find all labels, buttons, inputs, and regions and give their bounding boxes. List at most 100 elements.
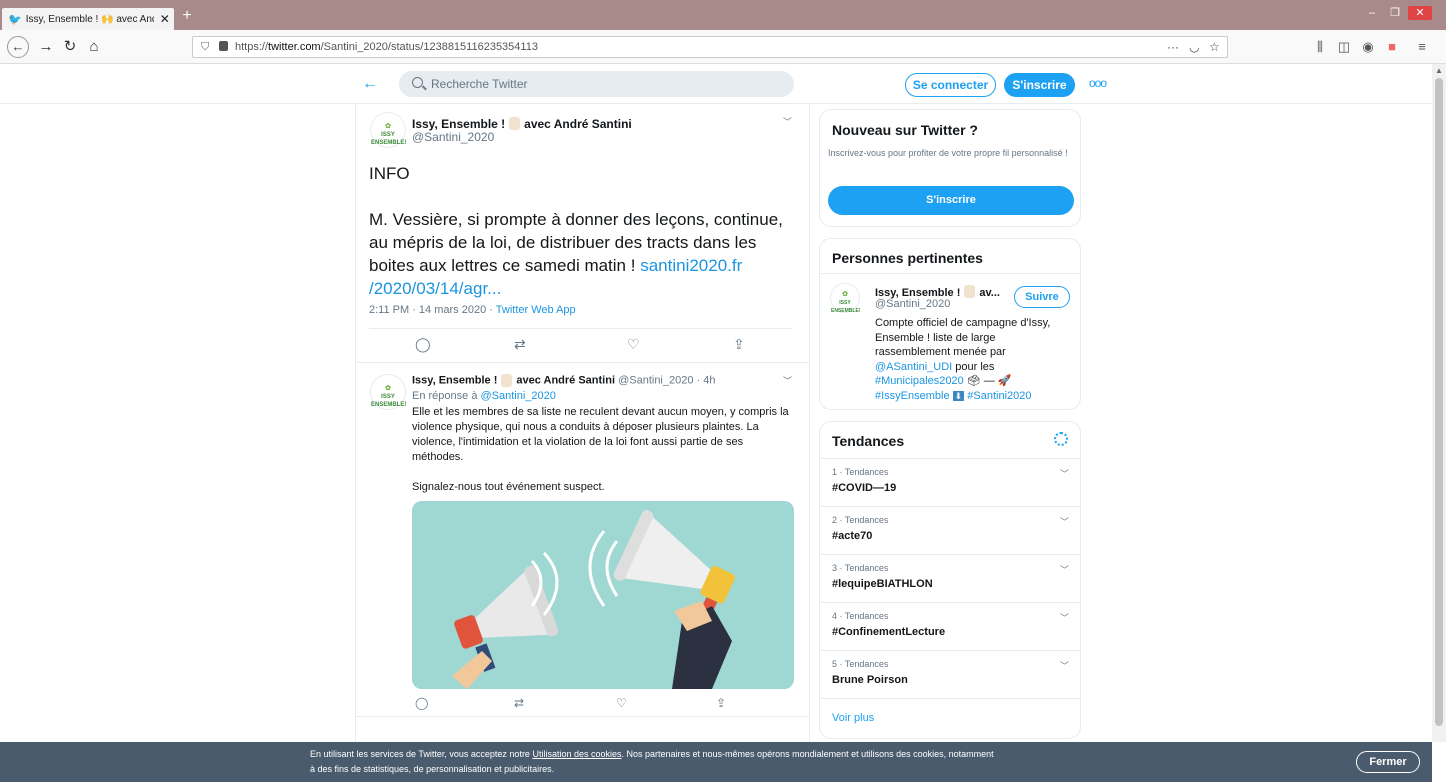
tweet-link-continued[interactable]: /2020/03/14/agr... [369,277,789,300]
avatar[interactable]: ✿ ISSY ENSEMBLE! [830,283,860,314]
signup-card: Nouveau sur Twitter ? Inscrivez-vous pou… [819,109,1081,227]
reply-author[interactable]: Issy, Ensemble ! avec André Santini @Sant… [412,374,715,387]
shield-icon[interactable]: ⛉ [201,37,209,57]
retweet-icon[interactable]: ⇄ [514,696,524,710]
tweet-image[interactable] [412,501,794,689]
sidebar-icon[interactable]: ◫ [1334,38,1354,56]
cookie-banner: En utilisant les services de Twitter, vo… [0,742,1432,782]
reply-icon[interactable]: ◯ [415,696,428,710]
new-on-twitter-title: Nouveau sur Twitter ? [832,122,978,138]
signup-button[interactable]: S'inscrire [1004,73,1075,97]
chevron-down-icon[interactable]: ﹀ [783,374,792,387]
bookmark-star-icon[interactable]: ☆ [1209,37,1220,57]
person-bio: Compte officiel de campagne d'Issy, Ense… [875,317,1051,402]
tweet-timestamp[interactable]: 2:11 PM · 14 mars 2020 · [369,304,496,316]
follow-button[interactable]: Suivre [1014,286,1070,308]
tweet-source[interactable]: Twitter Web App [496,304,576,316]
see-more-link[interactable]: Voir plus [832,712,874,724]
library-icon[interactable]: ⫼ [1310,38,1330,56]
url-text[interactable]: https://twitter.com/Santini_2020/status/… [235,37,538,57]
trend-item[interactable]: 4 · Tendances #ConfinementLecture ﹀ [820,602,1080,650]
down-arrow-emoji-icon: ⬇ [952,390,965,401]
author-name[interactable]: Issy, Ensemble ! [412,374,497,386]
new-tab-button[interactable]: + [178,8,196,26]
twitter-bird-icon: 🐦 [8,13,22,26]
tweet-column: ✿ ISSY ENSEMBLE! Issy, Ensemble ! avec And… [355,104,810,742]
close-cookie-button[interactable]: Fermer [1356,751,1420,773]
chevron-down-icon[interactable]: ﹀ [1060,515,1069,528]
cookie-policy-link[interactable]: Utilisation des cookies [532,749,621,759]
avatar[interactable]: ✿ ISSY ENSEMBLE! [370,374,406,410]
share-icon[interactable]: ⇪ [716,696,726,710]
author-handle[interactable]: @Santini_2020 [412,130,494,144]
hashtag-link[interactable]: #Municipales2020 [875,375,964,387]
mention-link[interactable]: @ASantini_UDI [875,361,952,373]
like-icon[interactable]: ♡ [616,696,627,710]
hashtag-link[interactable]: #IssyEnsemble [875,390,950,402]
raised-hands-emoji-icon [509,117,521,131]
hashtag-link[interactable]: #Santini2020 [967,390,1031,402]
author-name-suffix[interactable]: avec André Santini [516,374,615,386]
page-scrollbar[interactable]: ▲ [1432,64,1446,742]
chevron-down-icon[interactable]: ﹀ [1060,563,1069,576]
trend-item[interactable]: 2 · Tendances #acte70 ﹀ [820,506,1080,554]
browser-tab[interactable]: 🐦 Issy, Ensemble ! 🙌 avec André ✕ [2,8,174,30]
back-arrow-icon[interactable]: ← [362,75,378,93]
trend-item[interactable]: 1 · Tendances #COVID—19 ﹀ [820,458,1080,506]
chevron-down-icon[interactable]: ﹀ [783,115,792,128]
scrollbar-thumb[interactable] [1435,78,1443,726]
minimize-icon[interactable]: – [1360,6,1384,20]
search-placeholder: Recherche Twitter [431,77,528,91]
sidebar-signup-button[interactable]: S'inscrire [828,186,1074,215]
tab-close-icon[interactable]: ✕ [160,12,170,26]
divider [369,328,792,329]
forward-icon[interactable]: → [36,37,56,57]
trend-item[interactable]: 5 · Tendances Brune Poirson ﹀ [820,650,1080,698]
chevron-down-icon[interactable]: ﹀ [1060,611,1069,624]
tweet-link[interactable]: santini2020.fr [640,256,742,275]
reply-to-handle[interactable]: @Santini_2020 [481,390,556,402]
url-bar[interactable]: ⛉ https://twitter.com/Santini_2020/statu… [192,36,1228,58]
divider [820,273,1080,274]
like-icon[interactable]: ♡ [627,336,640,353]
extension-icon[interactable]: ◉ [1358,38,1378,56]
chevron-down-icon[interactable]: ﹀ [1060,659,1069,672]
tweet-meta: 2:11 PM · 14 mars 2020 · Twitter Web App [369,304,576,316]
author-name-suffix[interactable]: avec André Santini [524,117,632,131]
search-input[interactable]: Recherche Twitter [399,71,794,97]
relevant-people-card: Personnes pertinentes ✿ ISSY ENSEMBLE! Is… [819,238,1081,410]
page-actions-icon[interactable]: ··· [1167,37,1179,57]
menu-icon[interactable]: ≡ [1412,38,1432,56]
scroll-up-icon[interactable]: ▲ [1435,66,1443,75]
restore-icon[interactable]: ❐ [1383,6,1407,20]
trends-title: Tendances [832,433,905,449]
chevron-down-icon[interactable]: ﹀ [1060,467,1069,480]
person-handle[interactable]: @Santini_2020 [875,298,950,310]
window-close-icon[interactable]: ✕ [1408,6,1432,20]
handle-and-time[interactable]: @Santini_2020 · 4h [618,374,715,386]
home-icon[interactable]: ⌂ [84,37,104,57]
avatar[interactable]: ✿ ISSY ENSEMBLE! [370,112,406,148]
lock-icon[interactable] [219,41,228,51]
tab-title: Issy, Ensemble ! 🙌 avec André [25,13,154,25]
search-icon [412,77,423,88]
reload-icon[interactable]: ↻ [60,37,80,57]
gear-icon[interactable] [1054,432,1068,446]
more-options-icon[interactable]: ooo [1089,76,1107,90]
divider [356,362,809,363]
relevant-people-title: Personnes pertinentes [832,250,983,266]
share-icon[interactable]: ⇪ [733,336,745,353]
back-icon[interactable]: ← [7,36,29,58]
reply-icon[interactable]: ◯ [415,336,431,353]
tweet-text: INFO M. Vessière, si prompte à donner de… [369,162,789,300]
trend-item[interactable]: 3 · Tendances #lequipeBIATHLON ﹀ [820,554,1080,602]
twitter-header: ← Recherche Twitter Se connecter S'inscr… [0,64,1432,104]
pocket-icon[interactable]: ◡ [1189,37,1199,57]
raised-hands-emoji-icon [964,285,976,299]
author-name[interactable]: Issy, Ensemble ! [412,117,505,131]
cookie-text: En utilisant les services de Twitter, vo… [310,749,994,774]
reply-to: En réponse à @Santini_2020 [412,390,556,402]
login-button[interactable]: Se connecter [905,73,996,97]
retweet-icon[interactable]: ⇄ [514,336,526,353]
addon-icon[interactable]: ■ [1382,38,1402,56]
